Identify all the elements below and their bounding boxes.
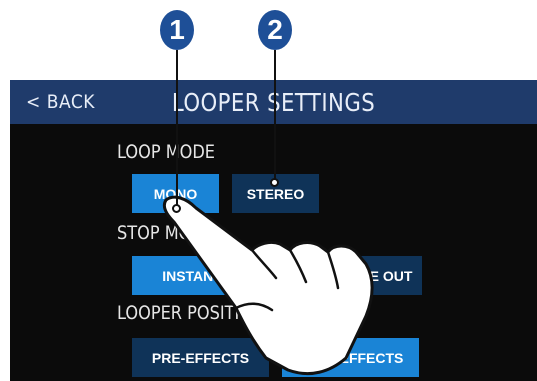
callout-2: 2	[258, 10, 292, 50]
pointing-hand-icon	[162, 195, 374, 376]
callout-2-number: 2	[267, 14, 283, 45]
callout-1-dot	[172, 204, 181, 213]
callout-1-leader	[176, 50, 178, 208]
callout-2-dot	[270, 178, 279, 187]
callout-1-number: 1	[169, 14, 185, 45]
callout-2-leader	[274, 50, 276, 182]
loop-mode-label: LOOP MODE	[117, 141, 216, 163]
callout-1: 1	[160, 10, 194, 50]
